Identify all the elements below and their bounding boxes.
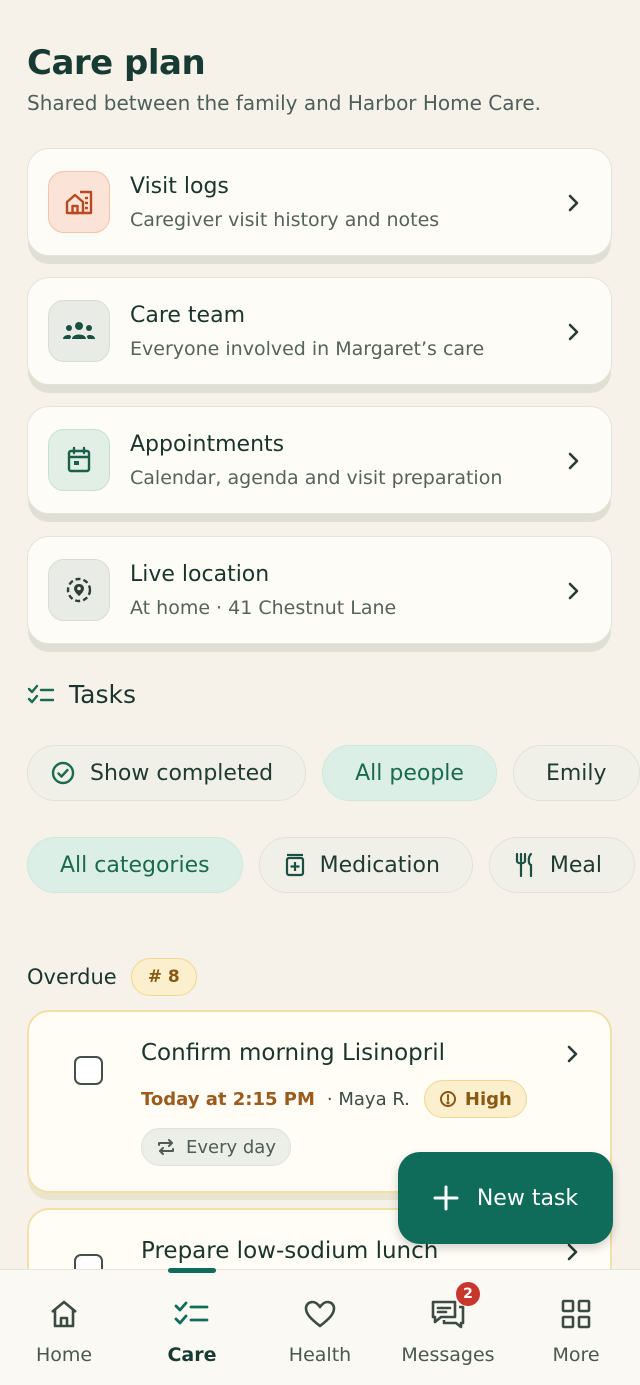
location-icon bbox=[48, 559, 110, 621]
tasks-heading: Tasks bbox=[27, 680, 136, 709]
plus-icon bbox=[433, 1185, 459, 1211]
grid-icon bbox=[561, 1299, 591, 1329]
chevron-right-icon bbox=[568, 194, 579, 212]
new-task-button[interactable]: New task bbox=[398, 1152, 613, 1244]
repeat-icon bbox=[158, 1139, 174, 1155]
check-circle-icon bbox=[51, 761, 75, 785]
nav-item-more[interactable]: More bbox=[512, 1270, 640, 1385]
priority-badge: High bbox=[423, 1080, 527, 1118]
task-title: Prepare low-sodium lunch bbox=[141, 1238, 439, 1264]
repeat-label: Every day bbox=[186, 1136, 276, 1158]
task-meta: Today at 2:15 PM · Maya R. High bbox=[141, 1080, 527, 1118]
unread-badge: 2 bbox=[456, 1282, 480, 1306]
nav-label: Messages bbox=[401, 1344, 495, 1366]
nav-item-health[interactable]: Health bbox=[256, 1270, 384, 1385]
chip-label: Show completed bbox=[90, 760, 274, 786]
new-task-label: New task bbox=[476, 1185, 579, 1211]
meal-chip[interactable]: Meal bbox=[488, 837, 636, 893]
bottom-nav: Home Care Health 2 Messages More bbox=[0, 1268, 640, 1385]
overdue-header: Overdue # 8 bbox=[27, 958, 197, 996]
chip-label: All categories bbox=[60, 852, 210, 878]
show-completed-chip[interactable]: Show completed bbox=[27, 745, 307, 801]
chevron-right-icon bbox=[568, 323, 579, 341]
medication-chip[interactable]: Medication bbox=[258, 837, 473, 893]
alert-circle-icon bbox=[439, 1091, 456, 1107]
all-categories-chip[interactable]: All categories bbox=[27, 837, 243, 893]
task-due: Today at 2:15 PM bbox=[141, 1088, 315, 1110]
page-subtitle: Shared between the family and Harbor Hom… bbox=[27, 91, 541, 115]
nav-label: Home bbox=[35, 1344, 93, 1366]
home-icon bbox=[51, 1300, 77, 1328]
chevron-right-icon bbox=[567, 1045, 578, 1063]
chevron-right-icon bbox=[567, 1243, 578, 1261]
chip-label: Meal bbox=[549, 852, 603, 878]
repeat-badge: Every day bbox=[141, 1128, 291, 1166]
nav-item-home[interactable]: Home bbox=[0, 1270, 128, 1385]
nav-label: Health bbox=[288, 1344, 352, 1366]
card-subtitle: Caregiver visit history and notes bbox=[130, 209, 440, 231]
card-title: Live location bbox=[130, 562, 270, 587]
nav-label: More bbox=[552, 1344, 600, 1366]
checklist-icon bbox=[27, 684, 55, 703]
card-subtitle: Everyone involved in Margaret’s care bbox=[130, 338, 485, 360]
care-team-card[interactable]: Care team Everyone involved in Margaret’… bbox=[27, 277, 612, 385]
header: Care plan Shared between the family and … bbox=[27, 40, 627, 118]
page-title: Care plan bbox=[27, 43, 206, 83]
task-title: Confirm morning Lisinopril bbox=[141, 1040, 446, 1066]
card-subtitle: At home · 41 Chestnut Lane bbox=[130, 597, 397, 619]
chip-label: Emily bbox=[545, 760, 607, 786]
chip-label: All people bbox=[355, 760, 464, 786]
tasks-title: Tasks bbox=[69, 680, 136, 709]
chip-label: Medication bbox=[319, 852, 440, 878]
all-people-chip[interactable]: All people bbox=[322, 745, 497, 801]
card-title: Care team bbox=[130, 303, 246, 328]
task-assignee: · Maya R. bbox=[326, 1088, 410, 1110]
nav-item-messages[interactable]: 2 Messages bbox=[384, 1270, 512, 1385]
team-icon bbox=[48, 300, 110, 362]
priority-label: High bbox=[464, 1088, 512, 1110]
overdue-count-badge: # 8 bbox=[130, 958, 197, 996]
people-filter-row: Show completed All people Emily bbox=[27, 745, 640, 801]
overdue-label: Overdue bbox=[27, 965, 117, 989]
medication-icon bbox=[285, 853, 304, 877]
category-filter-row: All categories Medication Meal bbox=[27, 837, 636, 893]
nav-label: Care bbox=[167, 1344, 217, 1366]
house-log-icon bbox=[48, 171, 110, 233]
checklist-icon bbox=[174, 1301, 209, 1325]
chevron-right-icon bbox=[568, 452, 579, 470]
nav-item-care[interactable]: Care bbox=[128, 1268, 256, 1385]
live-location-card[interactable]: Live location At home · 41 Chestnut Lane bbox=[27, 536, 612, 644]
card-subtitle: Calendar, agenda and visit preparation bbox=[130, 467, 503, 489]
emily-chip[interactable]: Emily bbox=[512, 745, 640, 801]
appointments-card[interactable]: Appointments Calendar, agenda and visit … bbox=[27, 406, 612, 514]
task-checkbox[interactable] bbox=[74, 1056, 103, 1085]
card-title: Visit logs bbox=[130, 174, 229, 199]
heart-icon bbox=[304, 1300, 336, 1328]
fork-knife-icon bbox=[515, 852, 533, 878]
calendar-icon bbox=[48, 429, 110, 491]
chevron-right-icon bbox=[568, 582, 579, 600]
visit-logs-card[interactable]: Visit logs Caregiver visit history and n… bbox=[27, 148, 612, 256]
card-title: Appointments bbox=[130, 432, 285, 457]
active-indicator bbox=[168, 1268, 216, 1273]
